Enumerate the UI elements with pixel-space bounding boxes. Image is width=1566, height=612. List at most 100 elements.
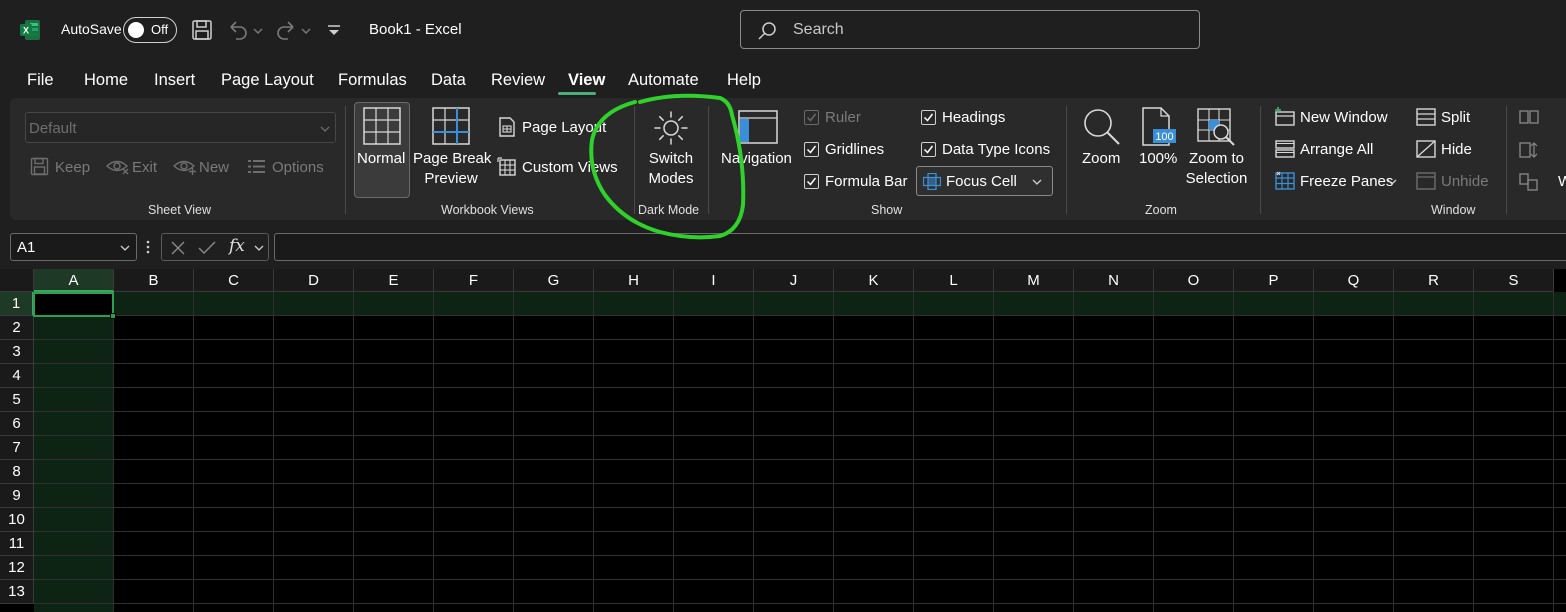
tab-file[interactable]: File [27, 71, 54, 90]
column-header-j[interactable]: J [754, 269, 834, 292]
customize-toolbar-icon[interactable] [324, 18, 344, 42]
select-all-corner[interactable] [0, 269, 34, 292]
reset-window-position-icon[interactable] [1519, 173, 1539, 191]
zoom-to-selection-icon[interactable] [1197, 108, 1237, 148]
row-header-10[interactable]: 10 [0, 508, 34, 532]
hide-icon[interactable] [1416, 140, 1436, 158]
tab-formulas[interactable]: Formulas [338, 71, 407, 90]
row-header-5[interactable]: 5 [0, 388, 34, 412]
options-button[interactable]: Options [272, 159, 324, 176]
view-side-by-side-icon[interactable] [1519, 109, 1539, 125]
column-header-r[interactable]: R [1394, 269, 1474, 292]
arrange-all-icon[interactable] [1274, 139, 1296, 159]
page-layout-button[interactable]: Page Layout [522, 119, 606, 136]
split-button[interactable]: Split [1441, 109, 1470, 126]
row-header-4[interactable]: 4 [0, 364, 34, 388]
column-header-k[interactable]: K [834, 269, 914, 292]
row-header-8[interactable]: 8 [0, 460, 34, 484]
new-view-icon[interactable] [173, 157, 197, 176]
column-header-g[interactable]: G [514, 269, 594, 292]
formula-input[interactable] [274, 233, 1566, 261]
row-header-12[interactable]: 12 [0, 556, 34, 580]
column-header-i[interactable]: I [674, 269, 754, 292]
cancel-icon[interactable] [170, 240, 186, 256]
name-box[interactable]: A1 [10, 233, 137, 261]
redo-icon[interactable] [274, 18, 298, 42]
page-break-preview-icon[interactable] [432, 107, 470, 145]
row-header-11[interactable]: 11 [0, 532, 34, 556]
worksheet-grid[interactable]: A B C D E F G H I J K L M N O P Q R S 1 2 3 4 5 6 7 8 9 10 11 12 13 [0, 269, 1566, 612]
custom-views-icon[interactable] [497, 157, 517, 177]
undo-icon[interactable] [226, 18, 250, 42]
row-header-3[interactable]: 3 [0, 340, 34, 364]
column-header-l[interactable]: L [914, 269, 994, 292]
unhide-button[interactable]: Unhide [1441, 173, 1489, 190]
navigation-pane-icon[interactable] [738, 110, 778, 144]
tab-help[interactable]: Help [727, 71, 761, 90]
keep-button[interactable]: Keep [55, 159, 90, 176]
switch-modes-button[interactable]: Switch Modes [636, 149, 706, 189]
exit-view-icon[interactable] [106, 157, 130, 176]
tab-page-layout[interactable]: Page Layout [221, 71, 314, 90]
zoom-100-icon[interactable]: 100 [1141, 107, 1177, 147]
page-break-preview-label[interactable]: Page Break Preview [413, 149, 491, 189]
navigation-button[interactable]: Navigation [721, 150, 792, 167]
zoom-button[interactable]: Zoom [1082, 150, 1120, 167]
headings-checkbox[interactable] [921, 110, 936, 125]
enter-check-icon[interactable] [198, 240, 216, 256]
arrange-all-button[interactable]: Arrange All [1300, 141, 1373, 158]
tab-automate[interactable]: Automate [628, 71, 699, 90]
switch-windows-partial[interactable]: W [1558, 173, 1566, 190]
column-header-o[interactable]: O [1154, 269, 1234, 292]
sun-icon[interactable] [653, 110, 689, 146]
row-header-13[interactable]: 13 [0, 580, 34, 604]
undo-dropdown-icon[interactable] [252, 18, 264, 42]
zoom-to-selection-button[interactable]: Zoom to Selection [1180, 149, 1253, 189]
keep-icon[interactable] [30, 157, 49, 176]
unhide-icon[interactable] [1416, 172, 1436, 190]
gridlines-checkbox[interactable] [804, 142, 819, 157]
formula-bar-checkbox[interactable] [804, 174, 819, 189]
freeze-panes-button[interactable]: Freeze Panes [1300, 173, 1393, 190]
new-window-button[interactable]: New Window [1300, 109, 1388, 126]
options-list-icon[interactable] [247, 158, 266, 175]
data-type-icons-checkbox[interactable] [921, 142, 936, 157]
search-box[interactable]: Search [740, 10, 1200, 49]
hide-button[interactable]: Hide [1441, 141, 1472, 158]
column-header-m[interactable]: M [994, 269, 1074, 292]
active-cell-a1[interactable] [33, 292, 114, 317]
column-header-p[interactable]: P [1234, 269, 1314, 292]
save-icon[interactable] [190, 18, 214, 42]
row-header-6[interactable]: 6 [0, 412, 34, 436]
tab-home[interactable]: Home [84, 71, 128, 90]
insert-function-icon[interactable]: fx [229, 236, 245, 256]
tab-data[interactable]: Data [431, 71, 466, 90]
column-header-c[interactable]: C [194, 269, 274, 292]
fill-handle[interactable] [110, 313, 116, 319]
column-header-h[interactable]: H [594, 269, 674, 292]
row-header-9[interactable]: 9 [0, 484, 34, 508]
column-header-f[interactable]: F [434, 269, 514, 292]
synchronous-scrolling-icon[interactable] [1519, 141, 1539, 159]
redo-dropdown-icon[interactable] [300, 18, 312, 42]
sheet-view-dropdown[interactable]: Default [25, 112, 336, 143]
new-window-icon[interactable] [1274, 107, 1296, 127]
ruler-checkbox[interactable] [804, 110, 819, 125]
column-header-b[interactable]: B [114, 269, 194, 292]
page-layout-icon[interactable] [498, 117, 516, 137]
exit-button[interactable]: Exit [132, 159, 157, 176]
row-header-7[interactable]: 7 [0, 436, 34, 460]
tab-insert[interactable]: Insert [154, 71, 195, 90]
zoom-icon[interactable] [1082, 107, 1122, 147]
row-header-1[interactable]: 1 [0, 292, 34, 316]
column-header-d[interactable]: D [274, 269, 354, 292]
zoom-100-button[interactable]: 100% [1139, 150, 1177, 167]
freeze-panes-icon[interactable] [1274, 171, 1296, 191]
more-options-icon[interactable] [145, 238, 151, 256]
column-header-a[interactable]: A [34, 269, 114, 292]
column-header-e[interactable]: E [354, 269, 434, 292]
column-header-q[interactable]: Q [1314, 269, 1394, 292]
new-button[interactable]: New [199, 159, 229, 176]
split-icon[interactable] [1416, 108, 1436, 126]
custom-views-button[interactable]: Custom Views [522, 159, 618, 176]
